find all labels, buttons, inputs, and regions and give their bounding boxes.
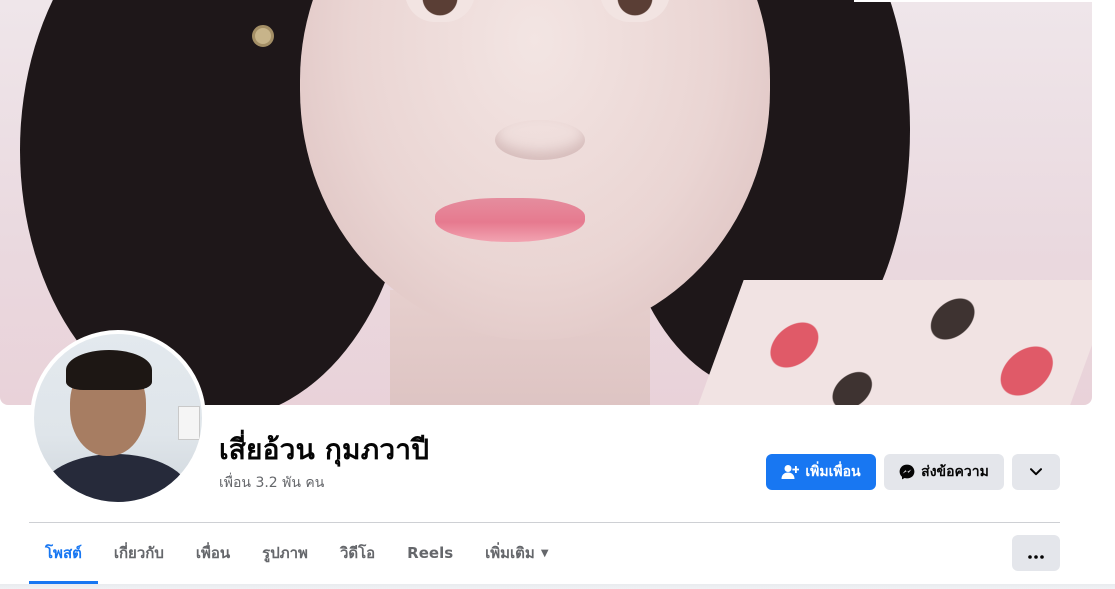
chevron-down-icon [1030,464,1042,480]
add-friend-label: เพิ่มเพื่อน [805,464,861,480]
message-button[interactable]: ส่งข้อความ [884,454,1004,490]
tabs-more-button[interactable] [1012,535,1060,571]
tab-label: รูปภาพ [262,544,308,562]
tab-label: เกี่ยวกับ [113,544,164,562]
tab-posts[interactable]: โพสต์ [29,524,98,584]
cover-earring [252,25,274,47]
avatar-body [40,454,190,502]
profile-name: เสี่ยอ้วน กุมภวาปี [219,433,430,466]
person-plus-icon [781,464,800,480]
page-bottom-edge [0,584,1115,589]
tab-reels[interactable]: Reels [391,524,469,582]
avatar-hair [66,350,152,390]
add-friend-button[interactable]: เพิ่มเพื่อน [766,454,876,490]
ellipsis-icon [1028,544,1044,563]
profile-page: เสี่ยอ้วน กุมภวาปี เพื่อน 3.2 พัน คน เพิ… [0,0,1115,589]
message-label: ส่งข้อความ [921,464,989,480]
tab-about[interactable]: เกี่ยวกับ [98,524,180,582]
tab-label: โพสต์ [45,544,82,562]
avatar-background-sign [178,406,200,440]
friends-count[interactable]: เพื่อน 3.2 พัน คน [219,472,324,494]
cover-nose [495,120,585,160]
cover-edge [1092,0,1115,405]
avatar [34,334,202,502]
caret-down-icon: ▼ [540,547,549,559]
cover-lips [435,198,585,242]
cover-shirt [696,280,1092,405]
tab-label: วิดีโอ [339,544,376,562]
profile-divider [29,522,1060,523]
top-edge [854,0,1115,2]
profile-picture[interactable] [30,330,206,506]
tab-label: Reels [407,544,454,562]
tab-label: เพื่อน [195,544,231,562]
more-actions-button[interactable] [1012,454,1060,490]
messenger-icon [899,464,915,480]
tab-videos[interactable]: วิดีโอ [324,524,391,582]
profile-tabs: โพสต์ เกี่ยวกับ เพื่อน รูปภาพ วิดีโอ Ree… [29,524,565,584]
tab-more[interactable]: เพิ่มเติม ▼ [469,524,564,582]
tab-friends[interactable]: เพื่อน [180,524,246,582]
tab-photos[interactable]: รูปภาพ [246,524,324,582]
tab-label: เพิ่มเติม [485,544,535,562]
